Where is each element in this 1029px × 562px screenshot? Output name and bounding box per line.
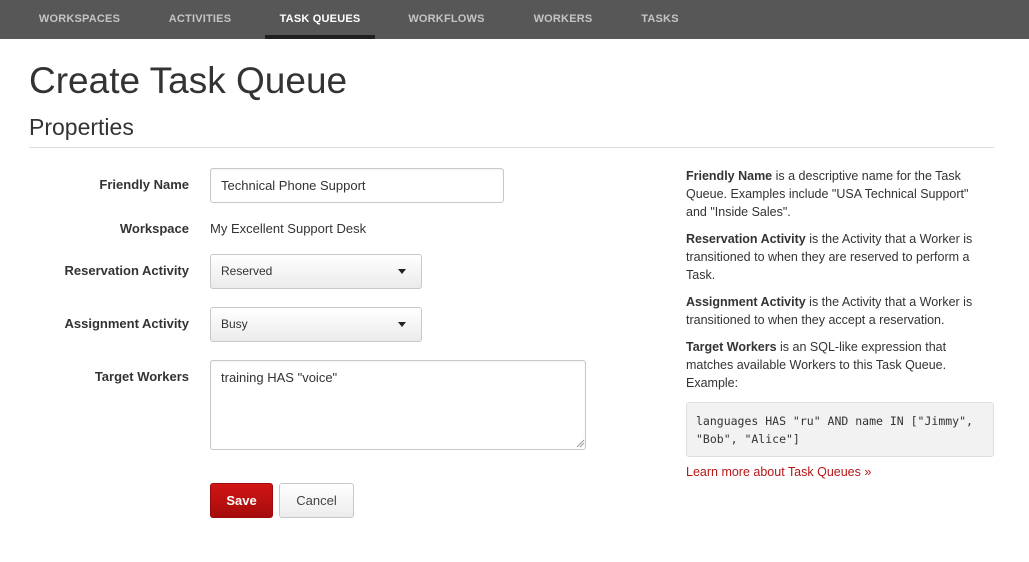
reservation-activity-label: Reservation Activity xyxy=(64,263,189,278)
example-code-line: "Bob", "Alice"] xyxy=(696,432,800,446)
active-tab-indicator xyxy=(265,35,375,39)
resize-grip-icon[interactable] xyxy=(576,439,585,448)
help-friendly-name: Friendly Name is a descriptive name for … xyxy=(686,167,991,221)
target-workers-label: Target Workers xyxy=(94,369,189,384)
help-term: Assignment Activity xyxy=(686,295,806,309)
assignment-activity-value: Busy xyxy=(221,317,248,331)
save-button[interactable]: Save xyxy=(210,483,273,518)
caret-down-icon xyxy=(398,269,406,274)
reservation-activity-value: Reserved xyxy=(221,264,273,278)
friendly-name-label: Friendly Name xyxy=(99,177,189,192)
friendly-name-input[interactable] xyxy=(210,168,504,203)
top-navigation: WORKSPACES ACTIVITIES TASK QUEUES WORKFL… xyxy=(0,0,1029,39)
help-term: Target Workers xyxy=(686,340,777,354)
assignment-activity-select[interactable]: Busy xyxy=(210,307,422,342)
tab-task-queues[interactable]: TASK QUEUES xyxy=(265,0,375,39)
section-divider xyxy=(29,147,994,148)
tab-activities[interactable]: ACTIVITIES xyxy=(158,0,242,39)
example-code-block: languages HAS "ru" AND name IN ["Jimmy",… xyxy=(686,402,994,457)
tab-workflows[interactable]: WORKFLOWS xyxy=(398,0,495,39)
help-target-workers: Target Workers is an SQL-like expression… xyxy=(686,338,991,392)
help-assignment-activity: Assignment Activity is the Activity that… xyxy=(686,293,991,329)
help-term: Friendly Name xyxy=(686,169,773,183)
target-workers-textarea[interactable]: training HAS "voice" xyxy=(210,360,586,450)
tab-tasks[interactable]: TASKS xyxy=(629,0,691,39)
workspace-label: Workspace xyxy=(119,221,189,236)
caret-down-icon xyxy=(398,322,406,327)
tab-workspaces[interactable]: WORKSPACES xyxy=(29,0,130,39)
help-reservation-activity: Reservation Activity is the Activity tha… xyxy=(686,230,991,284)
cancel-button[interactable]: Cancel xyxy=(279,483,354,518)
tab-workers[interactable]: WORKERS xyxy=(522,0,604,39)
help-term: Reservation Activity xyxy=(686,232,806,246)
learn-more-link[interactable]: Learn more about Task Queues » xyxy=(686,465,871,479)
page-title: Create Task Queue xyxy=(29,60,348,101)
reservation-activity-select[interactable]: Reserved xyxy=(210,254,422,289)
example-code-line: languages HAS "ru" AND name IN ["Jimmy", xyxy=(696,414,973,428)
workspace-value: My Excellent Support Desk xyxy=(210,221,367,236)
section-title: Properties xyxy=(29,114,134,140)
assignment-activity-label: Assignment Activity xyxy=(64,316,190,331)
